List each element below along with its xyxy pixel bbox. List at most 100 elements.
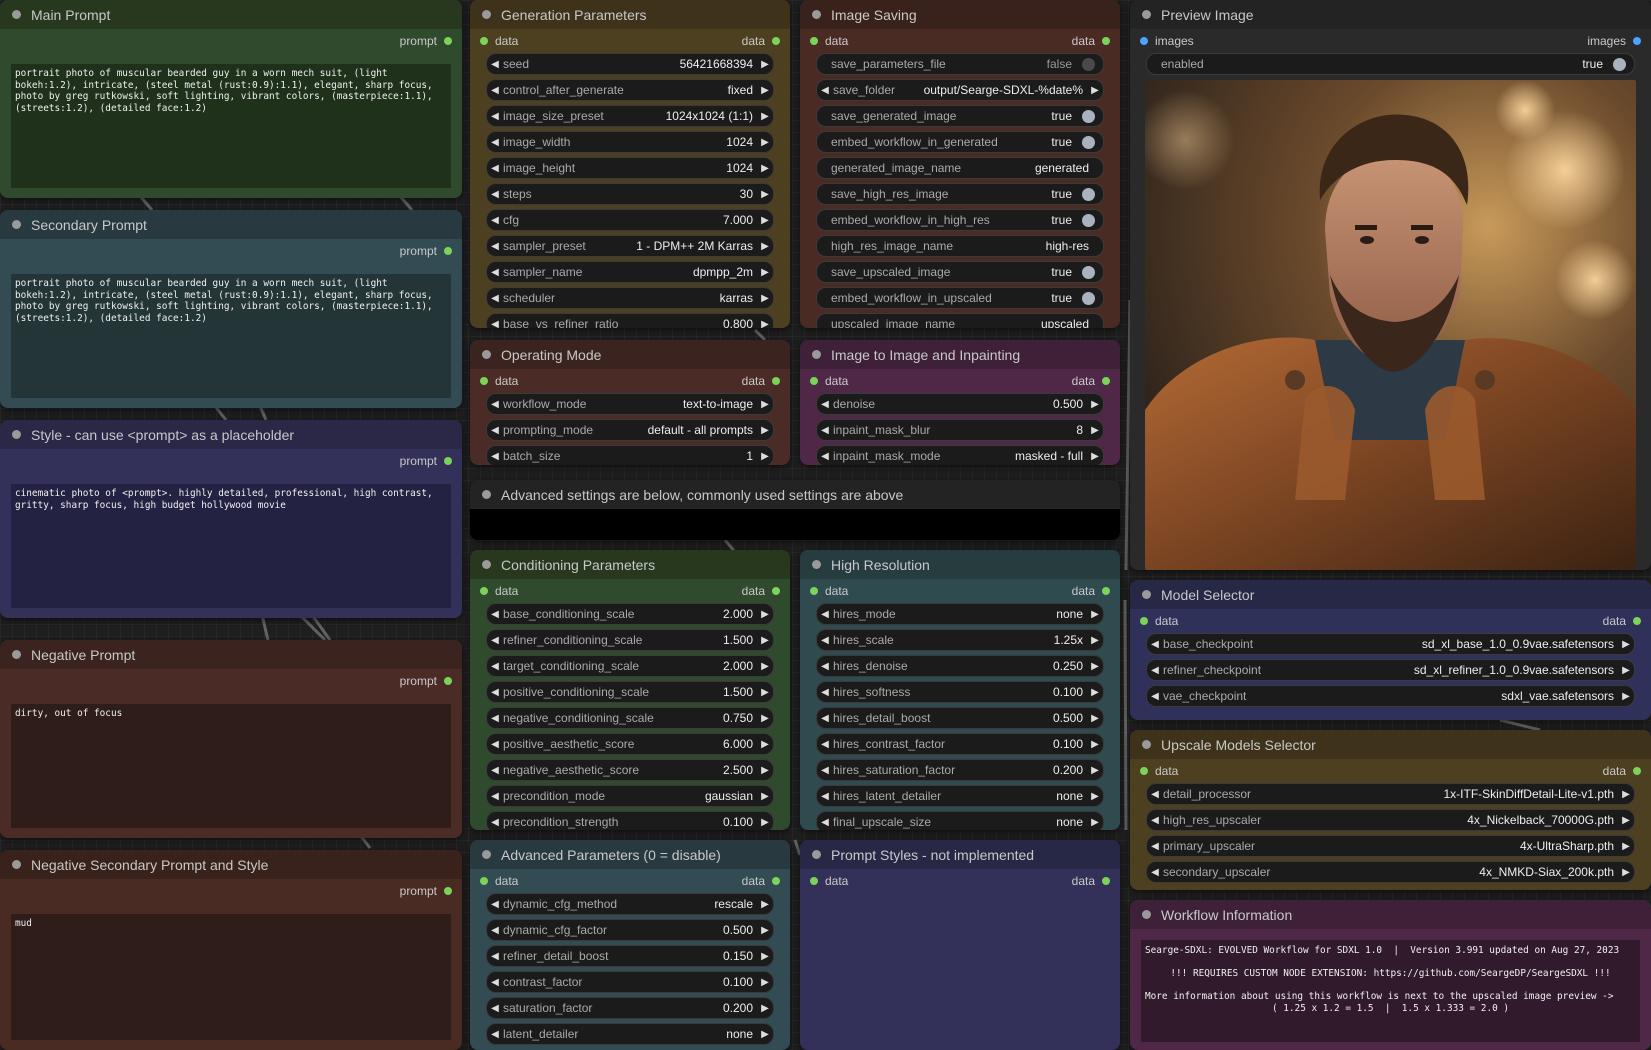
increment-arrow-icon[interactable]: ▶: [757, 189, 773, 200]
output-port-data[interactable]: data: [1072, 374, 1110, 388]
output-port-data[interactable]: data: [1072, 34, 1110, 48]
decrement-arrow-icon[interactable]: ◀: [487, 635, 503, 646]
decrement-arrow-icon[interactable]: ◀: [487, 817, 503, 828]
port-dot-icon[interactable]: [480, 37, 488, 45]
decrement-arrow-icon[interactable]: ◀: [487, 925, 503, 936]
output-port-prompt[interactable]: prompt: [400, 674, 452, 688]
widget-image-size-preset[interactable]: ◀ image_size_preset 1024x1024 (1:1) ▶: [486, 105, 774, 127]
increment-arrow-icon[interactable]: ▶: [757, 1029, 773, 1040]
collapse-dot-icon[interactable]: [1142, 910, 1151, 919]
collapse-dot-icon[interactable]: [812, 350, 821, 359]
widget-dynamic-cfg-method[interactable]: ◀ dynamic_cfg_method rescale ▶: [486, 893, 774, 915]
node-advanced-parameters[interactable]: Advanced Parameters (0 = disable) data d…: [470, 840, 790, 1050]
port-dot-icon[interactable]: [1102, 877, 1110, 885]
collapse-dot-icon[interactable]: [12, 220, 21, 229]
widget-negative-aesthetic-score[interactable]: ◀ negative_aesthetic_score 2.500 ▶: [486, 759, 774, 781]
node-title-bar[interactable]: Workflow Information: [1130, 900, 1651, 929]
decrement-arrow-icon[interactable]: ◀: [487, 189, 503, 200]
port-dot-icon[interactable]: [480, 877, 488, 885]
node-title-bar[interactable]: Prompt Styles - not implemented: [800, 840, 1120, 869]
port-dot-icon[interactable]: [1140, 767, 1148, 775]
input-port-data[interactable]: data: [810, 874, 848, 888]
increment-arrow-icon[interactable]: ▶: [757, 1003, 773, 1014]
widget-base-conditioning-scale[interactable]: ◀ base_conditioning_scale 2.000 ▶: [486, 603, 774, 625]
toggle-knob-icon[interactable]: [1613, 57, 1626, 71]
port-dot-icon[interactable]: [810, 587, 818, 595]
collapse-dot-icon[interactable]: [1142, 10, 1151, 19]
increment-arrow-icon[interactable]: ▶: [1087, 765, 1103, 776]
decrement-arrow-icon[interactable]: ◀: [487, 425, 503, 436]
increment-arrow-icon[interactable]: ▶: [757, 111, 773, 122]
collapse-dot-icon[interactable]: [812, 850, 821, 859]
node-title-bar[interactable]: Secondary Prompt: [0, 210, 462, 239]
node-title-bar[interactable]: Generation Parameters: [470, 0, 790, 29]
widget-sampler-preset[interactable]: ◀ sampler_preset 1 - DPM++ 2M Karras ▶: [486, 235, 774, 257]
decrement-arrow-icon[interactable]: ◀: [817, 399, 833, 410]
node-title-bar[interactable]: High Resolution: [800, 550, 1120, 579]
increment-arrow-icon[interactable]: ▶: [1087, 817, 1103, 828]
widget-embed-workflow-in-upscaled[interactable]: embed_workflow_in_upscaled true: [816, 287, 1104, 309]
decrement-arrow-icon[interactable]: ◀: [487, 791, 503, 802]
increment-arrow-icon[interactable]: ▶: [1087, 739, 1103, 750]
output-port-prompt[interactable]: prompt: [400, 884, 452, 898]
widget-generated-image-name[interactable]: generated_image_name generated: [816, 157, 1104, 179]
increment-arrow-icon[interactable]: ▶: [1618, 867, 1634, 878]
increment-arrow-icon[interactable]: ▶: [757, 319, 773, 329]
node-operating-mode[interactable]: Operating Mode data data ◀ workflow_mode t…: [470, 340, 790, 465]
output-port-data[interactable]: data: [742, 34, 780, 48]
widget-inpaint-mask-mode[interactable]: ◀ inpaint_mask_mode masked - full ▶: [816, 445, 1104, 465]
input-port-data[interactable]: data: [1140, 614, 1178, 628]
port-dot-icon[interactable]: [810, 37, 818, 45]
port-dot-icon[interactable]: [444, 247, 452, 255]
increment-arrow-icon[interactable]: ▶: [757, 977, 773, 988]
widget-embed-workflow-in-generated[interactable]: embed_workflow_in_generated true: [816, 131, 1104, 153]
increment-arrow-icon[interactable]: ▶: [1087, 713, 1103, 724]
node-workflow-information[interactable]: Workflow Information Searge-SDXL: EVOLVE…: [1130, 900, 1651, 1050]
increment-arrow-icon[interactable]: ▶: [757, 635, 773, 646]
input-port-data[interactable]: data: [1140, 764, 1178, 778]
widget-workflow-mode[interactable]: ◀ workflow_mode text-to-image ▶: [486, 393, 774, 415]
node-title-bar[interactable]: Main Prompt: [0, 0, 462, 29]
collapse-dot-icon[interactable]: [12, 10, 21, 19]
input-port-data[interactable]: data: [480, 874, 518, 888]
decrement-arrow-icon[interactable]: ◀: [487, 661, 503, 672]
port-dot-icon[interactable]: [1140, 617, 1148, 625]
increment-arrow-icon[interactable]: ▶: [1087, 661, 1103, 672]
node-title-bar[interactable]: Negative Prompt: [0, 640, 462, 669]
port-dot-icon[interactable]: [810, 377, 818, 385]
increment-arrow-icon[interactable]: ▶: [757, 163, 773, 174]
input-port-images[interactable]: images: [1140, 34, 1194, 48]
decrement-arrow-icon[interactable]: ◀: [817, 791, 833, 802]
widget-sampler-name[interactable]: ◀ sampler_name dpmpp_2m ▶: [486, 261, 774, 283]
increment-arrow-icon[interactable]: ▶: [757, 609, 773, 620]
output-port-prompt[interactable]: prompt: [400, 454, 452, 468]
widget-precondition-strength[interactable]: ◀ precondition_strength 0.100 ▶: [486, 811, 774, 830]
decrement-arrow-icon[interactable]: ◀: [1147, 789, 1163, 800]
increment-arrow-icon[interactable]: ▶: [757, 661, 773, 672]
input-port-data[interactable]: data: [810, 34, 848, 48]
widget-positive-conditioning-scale[interactable]: ◀ positive_conditioning_scale 1.500 ▶: [486, 681, 774, 703]
decrement-arrow-icon[interactable]: ◀: [817, 817, 833, 828]
node-negative-secondary-prompt[interactable]: Negative Secondary Prompt and Style prom…: [0, 850, 462, 1050]
port-dot-icon[interactable]: [1102, 37, 1110, 45]
node-title-bar[interactable]: Style - can use <prompt> as a placeholde…: [0, 420, 462, 449]
node-title-bar[interactable]: Image Saving: [800, 0, 1120, 29]
increment-arrow-icon[interactable]: ▶: [1618, 789, 1634, 800]
widget-control-after-generate[interactable]: ◀ control_after_generate fixed ▶: [486, 79, 774, 101]
widget-dynamic-cfg-factor[interactable]: ◀ dynamic_cfg_factor 0.500 ▶: [486, 919, 774, 941]
increment-arrow-icon[interactable]: ▶: [1618, 639, 1634, 650]
node-image-saving[interactable]: Image Saving data data save_parameters_f…: [800, 0, 1120, 328]
decrement-arrow-icon[interactable]: ◀: [817, 713, 833, 724]
widget-detail-processor[interactable]: ◀ detail_processor 1x-ITF-SkinDiffDetail-L…: [1146, 783, 1635, 805]
decrement-arrow-icon[interactable]: ◀: [487, 899, 503, 910]
collapse-dot-icon[interactable]: [812, 560, 821, 569]
style-prompt-textarea[interactable]: cinematic photo of <prompt>. highly deta…: [11, 484, 451, 608]
widget-refiner-checkpoint[interactable]: ◀ refiner_checkpoint sd_xl_refiner_1.0_0.9…: [1146, 659, 1635, 681]
decrement-arrow-icon[interactable]: ◀: [487, 59, 503, 70]
increment-arrow-icon[interactable]: ▶: [1087, 687, 1103, 698]
input-port-data[interactable]: data: [480, 584, 518, 598]
widget-primary-upscaler[interactable]: ◀ primary_upscaler 4x-UltraSharp.pth ▶: [1146, 835, 1635, 857]
increment-arrow-icon[interactable]: ▶: [757, 817, 773, 828]
toggle-knob-icon[interactable]: [1082, 187, 1095, 201]
port-dot-icon[interactable]: [1140, 37, 1148, 45]
